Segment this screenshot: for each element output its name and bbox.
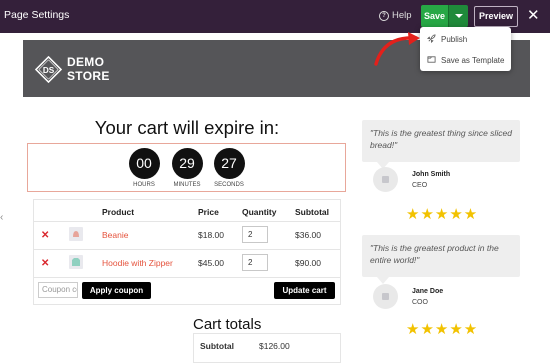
timer-hours-label: HOURS	[133, 182, 155, 188]
cart-expire-title: Your cart will expire in:	[94, 117, 280, 138]
save-button-group: Save	[421, 5, 468, 27]
close-icon[interactable]: ✕	[527, 6, 540, 26]
timer-seconds-label: SECONDS	[214, 182, 244, 188]
row-subtotal: $90.00	[295, 258, 321, 268]
chevron-left-icon[interactable]: ‹	[0, 212, 3, 223]
product-link-beanie[interactable]: Beanie	[102, 230, 128, 240]
annotation-arrow	[374, 32, 420, 66]
timer-seconds-value: 27	[213, 148, 245, 179]
star-rating: ★★★★★	[406, 206, 479, 223]
product-thumbnail[interactable]	[69, 227, 83, 241]
timer-minutes-value: 29	[171, 148, 203, 179]
question-icon: ?	[379, 10, 389, 21]
row-subtotal: $36.00	[295, 230, 321, 240]
timer-minutes-label: MINUTES	[173, 182, 201, 188]
timer-seconds: 27 SECONDS	[212, 148, 246, 188]
page-title: Page Settings	[4, 9, 70, 21]
timer-hours-value: 00	[128, 148, 160, 179]
publish-label: Publish	[441, 35, 468, 44]
brand-line-1: DEMO	[67, 55, 105, 69]
testimonial-author-name: Jane Doe	[412, 288, 444, 295]
testimonial-card: "This is the greatest product in the ent…	[362, 235, 520, 277]
store-logo-icon: DS	[35, 56, 62, 83]
timer-minutes: 29 MINUTES	[170, 148, 204, 188]
quantity-input[interactable]: 2	[242, 254, 268, 271]
header-quantity: Quantity	[242, 207, 277, 217]
timer-hours: 00 HOURS	[127, 148, 161, 188]
publish-menu-item[interactable]: Publish	[426, 34, 468, 45]
help-label: Help	[392, 10, 412, 21]
avatar-placeholder-icon	[382, 293, 389, 300]
help-link[interactable]: ? Help	[379, 10, 412, 21]
product-thumbnail[interactable]	[69, 255, 83, 269]
row-price: $45.00	[198, 258, 224, 268]
update-cart-button[interactable]: Update cart	[274, 282, 335, 299]
quantity-input[interactable]: 2	[242, 226, 268, 243]
testimonial-quote: "This is the greatest product in the ent…	[370, 243, 499, 265]
product-link-hoodie[interactable]: Hoodie with Zipper	[102, 258, 173, 268]
header-price: Price	[198, 207, 219, 217]
subtotal-label: Subtotal	[200, 341, 234, 351]
header-product: Product	[102, 207, 135, 217]
brand-line-2: STORE	[67, 69, 110, 83]
star-rating: ★★★★★	[406, 321, 479, 338]
avatar	[373, 167, 398, 192]
preview-button[interactable]: Preview	[474, 6, 518, 27]
cart-totals-title: Cart totals	[193, 316, 262, 333]
template-icon	[427, 55, 436, 66]
logo-letters: DS	[43, 66, 55, 75]
countdown-timer: 00 HOURS 29 MINUTES 27 SECONDS	[27, 143, 346, 192]
row-price: $18.00	[198, 230, 224, 240]
testimonial-card: "This is the greatest thing since sliced…	[362, 120, 520, 162]
testimonial-author-name: John Smith	[412, 171, 451, 178]
remove-item-icon[interactable]: ✕	[41, 258, 49, 269]
save-dropdown-menu: Publish Save as Template	[420, 27, 511, 71]
subtotal-value: $126.00	[259, 341, 290, 351]
remove-item-icon[interactable]: ✕	[41, 230, 49, 241]
rocket-icon	[426, 34, 436, 45]
header-subtotal: Subtotal	[295, 207, 329, 217]
store-brand-name: DEMO STORE	[67, 55, 110, 83]
divider	[34, 249, 340, 250]
testimonial-author-role: COO	[412, 299, 428, 306]
save-dropdown-toggle[interactable]	[448, 5, 468, 27]
save-button[interactable]: Save	[421, 5, 448, 27]
testimonial-author-role: CEO	[412, 182, 428, 189]
coupon-code-input[interactable]: Coupon code	[38, 282, 78, 298]
avatar	[373, 284, 398, 309]
save-as-template-menu-item[interactable]: Save as Template	[427, 55, 504, 66]
speech-tail	[377, 277, 389, 284]
apply-coupon-button[interactable]: Apply coupon	[82, 282, 151, 299]
divider	[34, 277, 340, 278]
avatar-placeholder-icon	[382, 176, 389, 183]
save-as-template-label: Save as Template	[441, 56, 505, 65]
divider	[34, 221, 340, 222]
testimonial-quote: "This is the greatest thing since sliced…	[370, 128, 512, 150]
